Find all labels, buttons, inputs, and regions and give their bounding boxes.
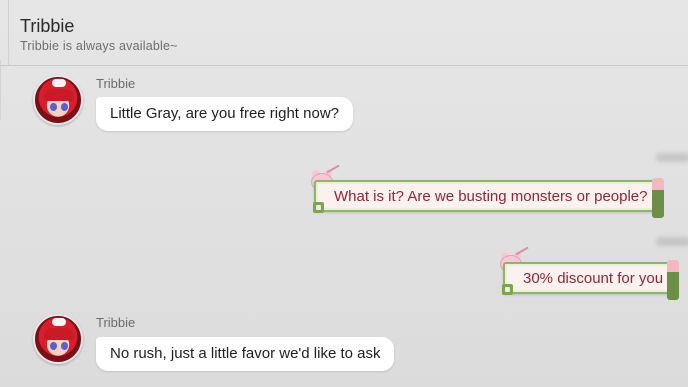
sender-name: Tribbie bbox=[96, 315, 136, 330]
contact-status: Tribbie is always available~ bbox=[20, 39, 178, 53]
tribbie-avatar-icon[interactable] bbox=[33, 75, 83, 125]
timestamp bbox=[656, 237, 688, 246]
message-text: 30% discount for you bbox=[523, 270, 664, 287]
timestamp bbox=[656, 153, 688, 162]
chat-header: Tribbie Tribbie is always available~ bbox=[0, 0, 688, 66]
contact-name: Tribbie bbox=[20, 16, 75, 36]
bubble-corner-icon bbox=[313, 202, 324, 213]
sender-name: Tribbie bbox=[96, 76, 136, 91]
tribbie-avatar-icon[interactable] bbox=[33, 314, 83, 364]
header-divider bbox=[8, 0, 9, 66]
message-text: What is it? Are we busting monsters or p… bbox=[334, 188, 648, 205]
message-bubble-outgoing[interactable]: What is it? Are we busting monsters or p… bbox=[313, 178, 664, 218]
bubble-ornament-icon bbox=[651, 178, 664, 218]
message-bubble-incoming[interactable]: Little Gray, are you free right now? bbox=[96, 97, 353, 131]
message-bubble-outgoing[interactable]: 30% discount for you bbox=[502, 260, 680, 300]
bubble-ornament-icon bbox=[667, 260, 680, 300]
left-divider bbox=[0, 60, 1, 120]
message-bubble-incoming[interactable]: No rush, just a little favor we'd like t… bbox=[96, 337, 395, 371]
bubble-corner-icon bbox=[502, 284, 513, 295]
